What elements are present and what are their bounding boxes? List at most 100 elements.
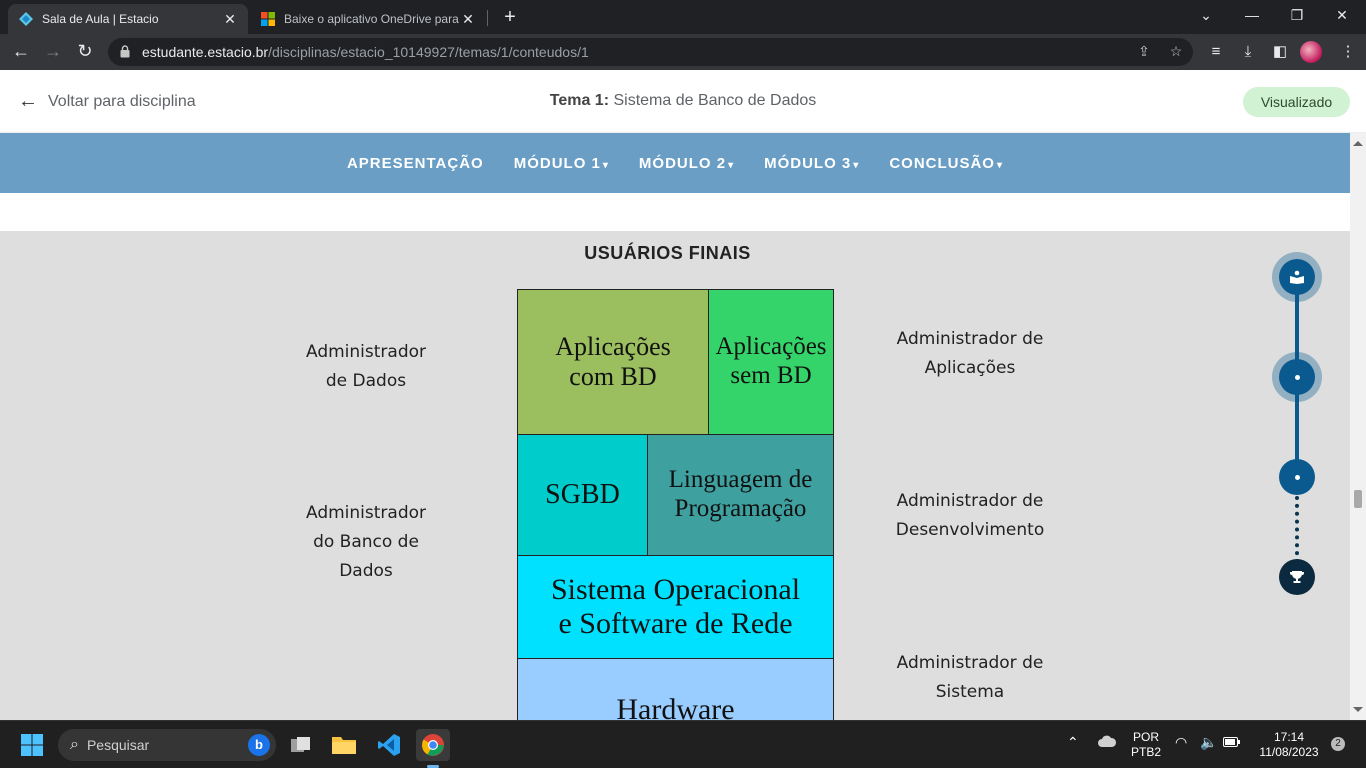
lesson-header: ← Voltar para disciplina Tema 1: Sistema… bbox=[0, 70, 1366, 133]
scroll-thumb[interactable] bbox=[1354, 490, 1362, 508]
tema-prefix: Tema 1: bbox=[549, 92, 610, 109]
restore-window-button[interactable]: ❐ bbox=[1277, 4, 1317, 28]
search-icon: ⌕ bbox=[70, 736, 79, 753]
tab-search-icon[interactable]: ⌄ bbox=[1186, 4, 1226, 28]
tab-title: Sala de Aula | Estacio bbox=[42, 12, 159, 26]
diagram-area: USUÁRIOS FINAIS Administrador de Dados A… bbox=[0, 231, 1350, 720]
task-view-icon[interactable] bbox=[284, 729, 318, 761]
lock-icon bbox=[120, 45, 130, 58]
onedrive-cloud-icon[interactable] bbox=[1097, 734, 1117, 752]
windows-start-icon[interactable] bbox=[15, 729, 49, 761]
close-tab-icon[interactable]: ✕ bbox=[222, 11, 238, 28]
taskbar-search[interactable]: ⌕ Pesquisar b bbox=[58, 729, 276, 761]
dot-icon bbox=[1294, 474, 1300, 480]
chrome-logo-icon bbox=[422, 734, 444, 756]
content-top-strip bbox=[0, 193, 1350, 231]
chrome-icon[interactable] bbox=[416, 729, 450, 761]
book-icon bbox=[1290, 270, 1304, 284]
progress-step-1[interactable] bbox=[1279, 259, 1315, 295]
reading-list-icon[interactable]: ≡ bbox=[1206, 42, 1226, 62]
label-administrador-banco-dados: Administrador do Banco de Dados bbox=[305, 503, 426, 581]
back-arrow-icon[interactable]: ← bbox=[8, 40, 34, 64]
url-host: estudante.estacio.br bbox=[142, 44, 269, 60]
nav-apresentacao[interactable]: APRESENTAÇÃO bbox=[347, 155, 484, 172]
battery-icon[interactable] bbox=[1223, 736, 1241, 752]
block-linguagem-programacao: Linguagem de Programação bbox=[647, 434, 834, 556]
nav-label: MÓDULO 2 bbox=[638, 154, 727, 172]
reload-icon[interactable]: ↻ bbox=[72, 40, 98, 64]
download-icon[interactable]: ⤓ bbox=[1238, 42, 1258, 62]
lang-top: POR bbox=[1132, 730, 1159, 744]
browser-toolbar: ← → ↻ estudante.estacio.br/disciplinas/e… bbox=[0, 34, 1366, 70]
nav-modulo-1[interactable]: MÓDULO 1 ▾ bbox=[514, 155, 609, 172]
microsoft-favicon-icon bbox=[261, 12, 275, 26]
estacio-favicon-icon bbox=[19, 12, 33, 26]
address-bar[interactable]: estudante.estacio.br/disciplinas/estacio… bbox=[108, 38, 1193, 66]
close-tab-icon[interactable]: ✕ bbox=[460, 11, 476, 28]
block-sgbd: SGBD bbox=[517, 434, 648, 556]
tab-divider bbox=[487, 10, 488, 26]
page-scrollbar[interactable] bbox=[1350, 133, 1366, 720]
wifi-icon[interactable]: ◠ bbox=[1175, 735, 1187, 750]
new-tab-button[interactable]: + bbox=[498, 6, 522, 30]
url-path: /disciplinas/estacio_10149927/temas/1/co… bbox=[268, 44, 589, 60]
windows-taskbar: ⌕ Pesquisar b ⌃ POR PTB2 ◠ 🔈 17:14 11/08… bbox=[0, 720, 1366, 768]
side-panel-icon[interactable]: ◧ bbox=[1270, 42, 1290, 62]
input-language[interactable]: POR PTB2 bbox=[1130, 730, 1162, 760]
url-text: estudante.estacio.br/disciplinas/estacio… bbox=[142, 44, 589, 60]
caret-down-icon: ▾ bbox=[602, 159, 609, 171]
page: ← Voltar para disciplina Tema 1: Sistema… bbox=[0, 70, 1366, 720]
bing-icon[interactable]: b bbox=[248, 734, 270, 756]
vscode-icon[interactable] bbox=[372, 729, 406, 761]
caret-down-icon: ▾ bbox=[728, 159, 735, 171]
block-hardware: Hardware bbox=[517, 658, 834, 720]
more-menu-icon[interactable]: ⋮ bbox=[1338, 42, 1358, 62]
tab-sala-de-aula[interactable]: Sala de Aula | Estacio ✕ bbox=[8, 4, 248, 34]
lang-bottom: PTB2 bbox=[1130, 745, 1161, 759]
search-placeholder: Pesquisar bbox=[86, 737, 150, 753]
profile-avatar[interactable] bbox=[1300, 41, 1322, 63]
nav-label: MÓDULO 1 bbox=[513, 154, 601, 172]
file-explorer-icon[interactable] bbox=[327, 729, 361, 761]
scroll-down-icon[interactable] bbox=[1353, 707, 1363, 712]
tema-title: Sistema de Banco de Dados bbox=[613, 92, 817, 109]
progress-step-4[interactable] bbox=[1279, 559, 1315, 595]
nav-conclusao[interactable]: CONCLUSÃO ▾ bbox=[889, 155, 1003, 172]
nav-modulo-3[interactable]: MÓDULO 3 ▾ bbox=[764, 155, 859, 172]
status-badge: Visualizado bbox=[1243, 87, 1350, 117]
folder-icon bbox=[332, 737, 356, 754]
minimize-window-button[interactable]: — bbox=[1232, 4, 1272, 28]
close-window-button[interactable]: ✕ bbox=[1322, 4, 1362, 28]
nav-modulo-2[interactable]: MÓDULO 2 ▾ bbox=[639, 155, 734, 172]
tray-chevron-up-icon[interactable]: ⌃ bbox=[1067, 735, 1079, 750]
clock-time: 17:14 bbox=[1273, 730, 1305, 744]
block-aplicacoes-sem-bd: Aplicações sem BD bbox=[708, 289, 834, 435]
bookmark-star-icon[interactable]: ☆ bbox=[1166, 43, 1186, 61]
trophy-icon bbox=[1290, 571, 1304, 583]
progress-step-3[interactable] bbox=[1279, 459, 1315, 495]
share-icon[interactable]: ⇪ bbox=[1134, 43, 1154, 61]
progress-step-2[interactable] bbox=[1279, 359, 1315, 395]
clock[interactable]: 17:14 11/08/2023 bbox=[1256, 730, 1322, 760]
browser-tab-bar: Sala de Aula | Estacio ✕ Baixe o aplicat… bbox=[0, 0, 1366, 34]
label-administrador-sistema: Administrador de Sistema bbox=[896, 653, 1044, 702]
module-nav: APRESENTAÇÃO MÓDULO 1 ▾ MÓDULO 2 ▾ MÓDULO … bbox=[0, 133, 1350, 193]
tab-title: Baixe o aplicativo OneDrive para bbox=[284, 12, 459, 26]
scroll-up-icon[interactable] bbox=[1353, 141, 1363, 146]
nav-label: CONCLUSÃO bbox=[889, 154, 995, 172]
label-administrador-aplicacoes: Administrador de Aplicações bbox=[896, 329, 1044, 378]
page-title: Tema 1: Sistema de Banco de Dados bbox=[0, 92, 1366, 110]
task-view-glyph bbox=[291, 737, 310, 752]
caret-down-icon: ▾ bbox=[853, 159, 860, 171]
nav-label: MÓDULO 3 bbox=[764, 154, 852, 172]
notification-count-badge[interactable]: 2 bbox=[1331, 737, 1345, 751]
block-sistema-operacional: Sistema Operacional e Software de Rede bbox=[517, 555, 834, 659]
block-aplicacoes-com-bd: Aplicações com BD bbox=[517, 289, 709, 435]
forward-arrow-icon[interactable]: → bbox=[40, 40, 66, 64]
caret-down-icon: ▾ bbox=[996, 159, 1004, 171]
windows-logo-icon bbox=[21, 734, 43, 756]
nav-label: APRESENTAÇÃO bbox=[346, 154, 484, 172]
tab-onedrive[interactable]: Baixe o aplicativo OneDrive para ✕ bbox=[250, 4, 486, 34]
vscode-logo-icon bbox=[378, 734, 400, 756]
volume-icon[interactable]: 🔈 bbox=[1200, 735, 1217, 750]
